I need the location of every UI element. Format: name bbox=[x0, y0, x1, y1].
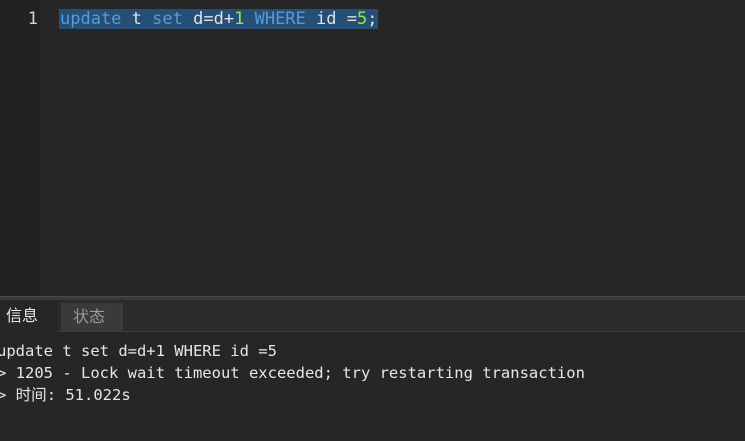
table-name: t bbox=[131, 9, 142, 29]
keyword-update: update bbox=[60, 9, 122, 29]
condition-expr: id = bbox=[316, 9, 357, 29]
line-number-gutter: 1 bbox=[0, 0, 41, 296]
keyword-where: WHERE bbox=[254, 9, 306, 29]
code-line-1[interactable]: update t set d=d+1 WHERE id =5; bbox=[59, 8, 379, 30]
elapsed-prefix: > bbox=[0, 386, 7, 404]
code-area[interactable]: update t set d=d+1 WHERE id =5; bbox=[41, 0, 745, 296]
number-literal-5: 5 bbox=[356, 9, 368, 29]
tab-info[interactable]: 信息 bbox=[0, 300, 58, 332]
result-tab-bar: 信息 状态 bbox=[0, 300, 745, 332]
keyword-set: set bbox=[152, 9, 183, 29]
semicolon: ; bbox=[367, 9, 378, 29]
error-message: > 1205 - Lock wait timeout exceeded; try… bbox=[0, 364, 585, 382]
elapsed-value: : 51.022s bbox=[46, 386, 131, 404]
selected-text[interactable]: update t set d=d+1 WHERE id =5; bbox=[59, 9, 379, 29]
executed-query-text: update t set d=d+1 WHERE id =5 bbox=[0, 342, 277, 360]
number-literal-1: 1 bbox=[234, 9, 245, 29]
elapsed-time: > 时间: 51.022s bbox=[0, 384, 131, 406]
sql-editor-window: 1 update t set d=d+1 WHERE id =5; 信息 状态 … bbox=[0, 0, 745, 441]
message-output: update t set d=d+1 WHERE id =5 > 1205 - … bbox=[0, 332, 745, 441]
tab-status[interactable]: 状态 bbox=[61, 303, 123, 331]
query-editor[interactable]: 1 update t set d=d+1 WHERE id =5; bbox=[0, 0, 745, 296]
assignment-expr: d=d+ bbox=[193, 9, 235, 29]
elapsed-label: 时间 bbox=[15, 386, 47, 404]
line-number: 1 bbox=[27, 9, 38, 29]
